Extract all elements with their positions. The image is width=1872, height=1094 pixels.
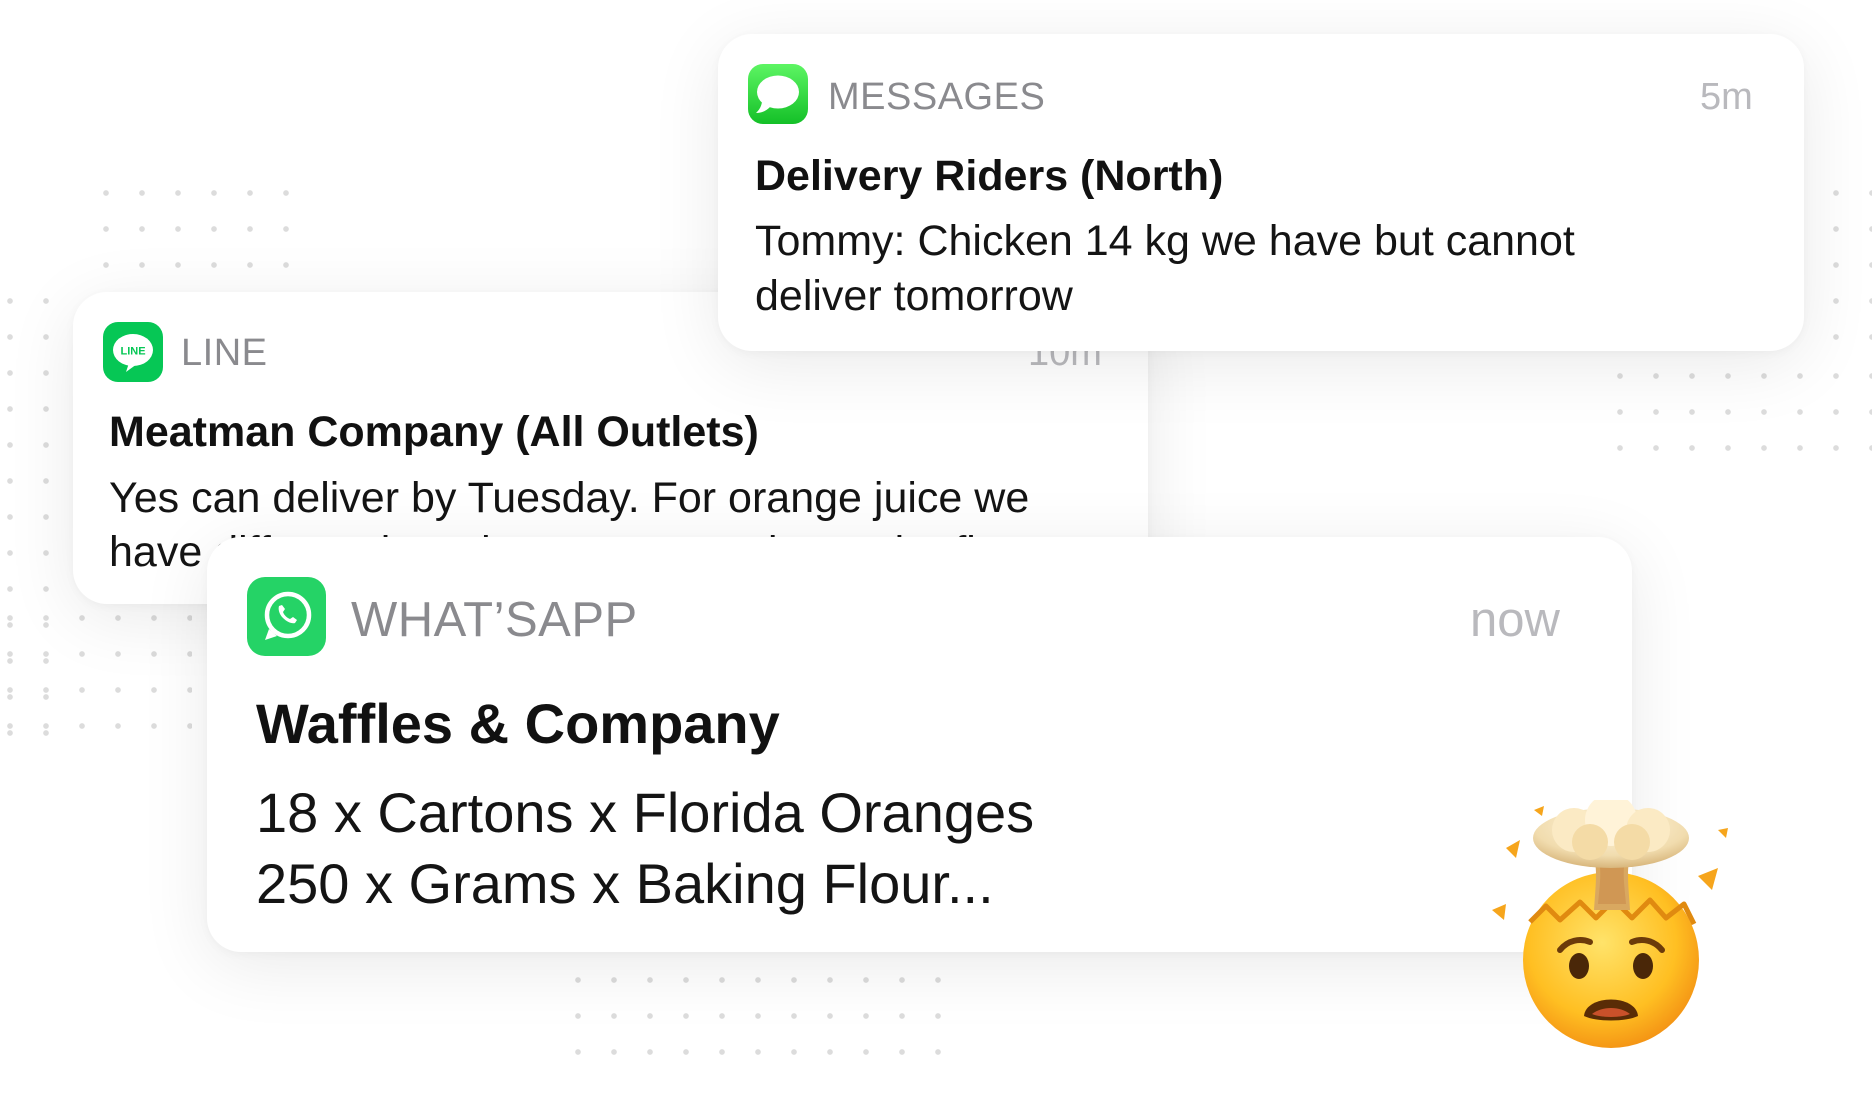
notification-body-line: Yes can deliver by Tuesday. For orange j… [109, 474, 1030, 522]
dot-pattern-right-top [1818, 175, 1872, 355]
notification-body: 18 x Cartons x Florida Oranges 250 x Gra… [256, 777, 1034, 919]
notification-body-line: Tommy: Chicken 14 kg we have but cannot [755, 217, 1575, 265]
dot-pattern-right [1602, 358, 1872, 466]
dot-pattern-left [88, 175, 304, 283]
app-name: LINE [181, 332, 268, 374]
messages-app-icon [748, 64, 808, 124]
whatsapp-app-icon [247, 577, 326, 656]
notification-title: Waffles & Company [256, 692, 780, 755]
app-name: WHAT’SAPP [351, 593, 638, 647]
svg-text:LINE: LINE [120, 346, 145, 358]
notification-body-line: deliver tomorrow [755, 272, 1073, 320]
line-app-icon: LINE [103, 322, 163, 382]
notification-body: Tommy: Chicken 14 kg we have but cannot … [755, 214, 1575, 324]
app-name: MESSAGES [828, 76, 1046, 118]
notification-title: Delivery Riders (North) [755, 152, 1224, 200]
notification-time: now [1470, 593, 1560, 647]
notification-stack-illustration: LINE LINE 10m Meatman Company (All Outle… [0, 0, 1872, 1094]
whatsapp-notification-card[interactable]: WHAT’SAPP now Waffles & Company 18 x Car… [207, 537, 1632, 952]
dot-pattern-left-bottom [0, 600, 192, 752]
notification-title: Meatman Company (All Outlets) [109, 408, 759, 456]
notification-body-line: 250 x Grams x Baking Flour... [256, 852, 994, 915]
notification-body-line: 18 x Cartons x Florida Oranges [256, 781, 1035, 844]
messages-notification-card[interactable]: MESSAGES 5m Delivery Riders (North) Tomm… [718, 34, 1804, 351]
exploding-head-emoji [1492, 800, 1728, 1048]
notification-time: 5m [1700, 76, 1753, 118]
dot-pattern-bottom [560, 962, 956, 1070]
